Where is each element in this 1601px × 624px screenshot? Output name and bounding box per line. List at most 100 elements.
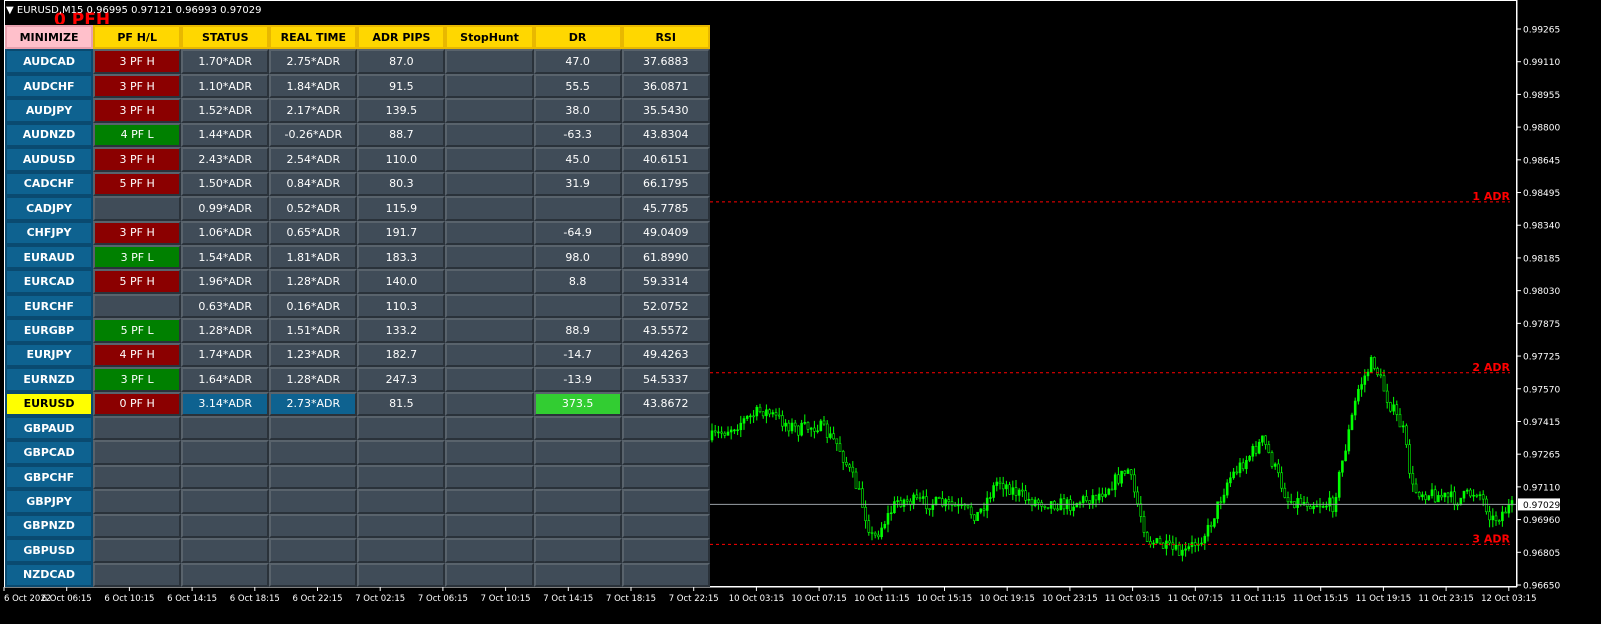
candle-body (736, 429, 739, 432)
candle-body (1417, 492, 1421, 498)
candle-body (1427, 495, 1431, 500)
symbol-button[interactable]: EURUSD (5, 391, 94, 416)
table-cell (357, 513, 446, 539)
symbol-button[interactable]: GBPAUD (5, 416, 94, 441)
table-cell: 88.9 (533, 318, 622, 343)
dropdown-arrow-icon[interactable]: ▼ (6, 5, 14, 16)
symbol-button[interactable]: AUDCHF (5, 73, 94, 99)
symbol-button[interactable]: EURCHF (5, 293, 94, 319)
table-cell: 0.63*ADR (181, 293, 270, 319)
candle-body (1481, 494, 1485, 500)
price-tick-label: 0.98800 (1523, 124, 1560, 134)
symbol-button[interactable]: GBPJPY (5, 489, 94, 514)
column-header: RSI (621, 25, 710, 50)
symbol-button[interactable]: EURAUD (5, 244, 94, 270)
table-cell (621, 562, 710, 588)
symbol-button[interactable]: NZDCAD (5, 562, 94, 588)
candle-body (1187, 546, 1191, 550)
candle-body (973, 514, 976, 522)
candle-body (1273, 463, 1277, 467)
table-row: GBPJPY (5, 489, 710, 514)
table-cell: 55.5 (533, 73, 622, 99)
candle-body (790, 422, 794, 432)
table-row: EURCHF 0.63*ADR 0.16*ADR 110.3 52.0752 (5, 293, 710, 319)
symbol-button[interactable]: GBPCAD (5, 440, 94, 465)
table-cell (533, 513, 622, 539)
table-row: CADCHF 5 PF H 1.50*ADR 0.84*ADR 80.3 31.9 66.1… (5, 171, 710, 197)
symbol-button[interactable]: CADCHF (5, 171, 94, 197)
candle-body (1325, 505, 1328, 508)
table-cell (445, 367, 534, 392)
symbol-button[interactable]: CADJPY (5, 196, 94, 221)
candle-body (1267, 444, 1271, 453)
table-cell: 0.99*ADR (181, 196, 270, 221)
symbol-button[interactable]: CHFJPY (5, 220, 94, 245)
candle-body (995, 481, 999, 486)
candle-body (1398, 414, 1402, 428)
table-cell: 3 PF H (93, 49, 182, 74)
candle-body (1011, 487, 1015, 495)
symbol-button[interactable]: EURCAD (5, 269, 94, 294)
candle-body (1238, 462, 1242, 474)
table-cell: 5 PF H (93, 171, 182, 197)
candle-body (1232, 471, 1235, 479)
symbol-button[interactable]: EURNZD (5, 367, 94, 392)
table-row: EURGBP 5 PF L 1.28*ADR 1.51*ADR 133.2 88.9 43.… (5, 318, 710, 343)
column-header: DR (533, 25, 622, 50)
adr-level-label: 2 ADR (1472, 361, 1510, 374)
table-cell: 5 PF H (93, 269, 182, 294)
table-cell: 40.6151 (621, 147, 710, 172)
candle-body (998, 481, 1002, 484)
candle-body (848, 464, 851, 468)
table-cell: 1.50*ADR (181, 171, 270, 197)
table-cell (445, 196, 534, 221)
table-cell (357, 440, 446, 465)
table-cell: 88.7 (357, 122, 446, 148)
time-tick-label: 6 Oct 22:15 (292, 594, 342, 604)
candle-body (877, 534, 880, 538)
candle-body (1021, 489, 1024, 492)
time-tick-label: 11 Oct 19:15 (1356, 594, 1411, 604)
table-cell (445, 220, 534, 245)
candle-body (1104, 494, 1107, 497)
table-cell (93, 464, 182, 490)
symbol-button[interactable]: EURGBP (5, 318, 94, 343)
symbol-button[interactable]: AUDCAD (5, 49, 94, 74)
candle-body (1168, 540, 1171, 544)
candle-body (1241, 462, 1245, 470)
table-cell (445, 269, 534, 294)
candle-body (1478, 494, 1482, 496)
candle-body (1101, 493, 1104, 497)
time-tick-label: 11 Oct 23:15 (1418, 594, 1473, 604)
candle-body (893, 501, 896, 514)
candle-body (1014, 487, 1018, 496)
table-cell: 59.3314 (621, 269, 710, 294)
candle-body (1411, 473, 1415, 485)
table-cell (533, 489, 622, 514)
minimize-button[interactable]: MINIMIZE (5, 25, 94, 50)
candle-body (1056, 508, 1059, 511)
symbol-button[interactable]: GBPUSD (5, 538, 94, 563)
table-cell: 183.3 (357, 244, 446, 270)
candle-body (1008, 484, 1011, 495)
candle-body (1469, 489, 1472, 497)
candle-body (1392, 404, 1395, 412)
candle-body (1395, 404, 1399, 415)
table-cell (93, 538, 182, 563)
candle-body (1360, 384, 1363, 390)
table-cell: 0.52*ADR (269, 196, 358, 221)
symbol-button[interactable]: AUDNZD (5, 122, 94, 148)
candle-body (899, 500, 903, 507)
table-cell (533, 416, 622, 441)
table-cell: 0.84*ADR (269, 171, 358, 197)
symbol-button[interactable]: AUDUSD (5, 147, 94, 172)
table-cell (269, 464, 358, 490)
table-cell: 1.10*ADR (181, 73, 270, 99)
candle-body (886, 513, 890, 525)
candle-body (781, 415, 784, 427)
symbol-button[interactable]: GBPCHF (5, 464, 94, 490)
candle-body (797, 425, 800, 436)
symbol-button[interactable]: AUDJPY (5, 98, 94, 123)
symbol-button[interactable]: GBPNZD (5, 513, 94, 539)
symbol-button[interactable]: EURJPY (5, 342, 94, 368)
